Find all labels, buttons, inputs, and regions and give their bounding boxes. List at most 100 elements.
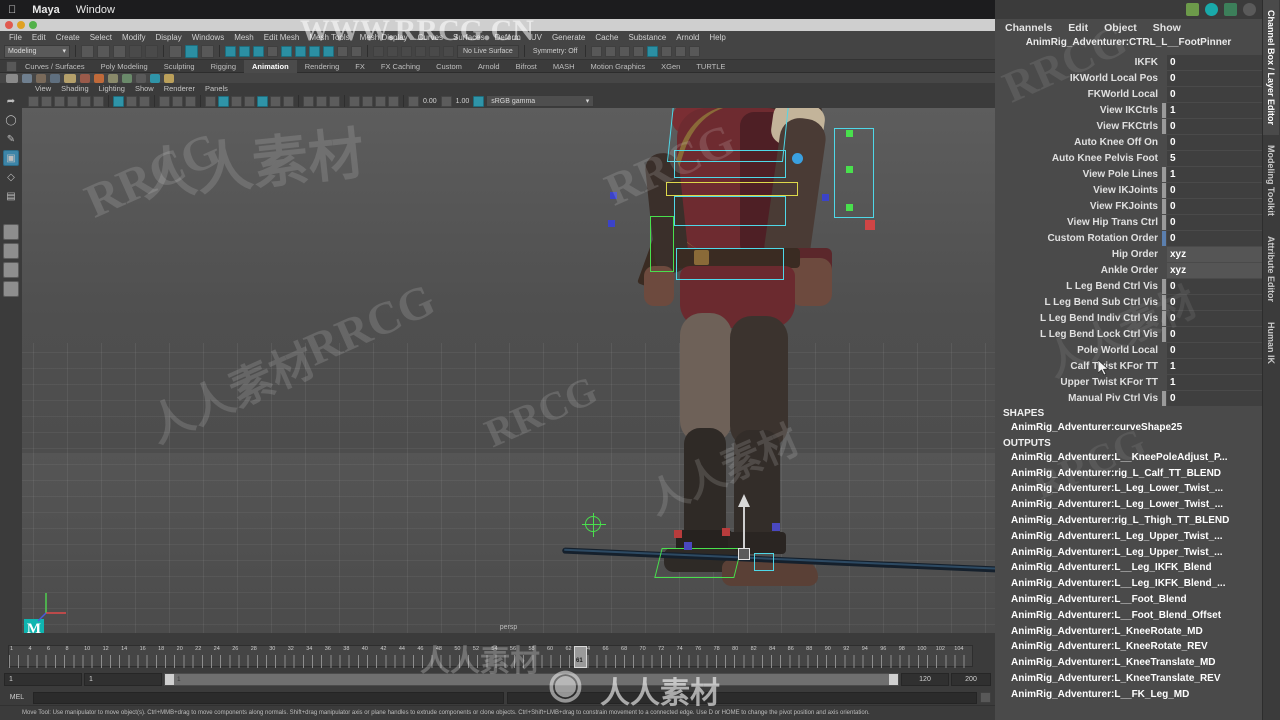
menu-item-surfaces[interactable]: Surfaces <box>448 33 490 42</box>
channel-attribute-name[interactable]: L Leg Bend Sub Ctrl Vis <box>995 297 1162 308</box>
rig-locator-red-center[interactable] <box>722 528 730 536</box>
channel-attribute-row[interactable]: View FKJoints 0 <box>995 198 1262 214</box>
select-object-icon[interactable] <box>185 44 198 58</box>
channel-attribute-value[interactable]: 0 <box>1167 294 1262 310</box>
channel-attribute-row[interactable]: FKWorld Local 0 <box>995 86 1262 102</box>
mask-deformers-icon[interactable] <box>281 45 292 57</box>
channel-attribute-lock-indicator[interactable] <box>1162 198 1166 214</box>
rig-locator-blue-left2[interactable] <box>608 220 615 227</box>
channel-attribute-value[interactable]: xyz <box>1167 246 1262 262</box>
film-gate-icon[interactable] <box>375 95 386 107</box>
render-current-frame-icon[interactable] <box>647 45 659 57</box>
channel-attribute-lock-indicator[interactable] <box>1162 310 1166 326</box>
channel-attribute-lock-indicator[interactable] <box>1162 343 1166 358</box>
move-tool-icon[interactable]: ▣ <box>3 150 19 166</box>
channel-attribute-value[interactable]: 0 <box>1167 182 1262 198</box>
channel-attribute-value[interactable]: 0 <box>1167 278 1262 294</box>
viewport-menu-panels[interactable]: Panels <box>200 84 233 93</box>
vtab-modeling-toolkit[interactable]: Modeling Toolkit <box>1263 135 1279 226</box>
range-grip-left[interactable] <box>165 673 174 685</box>
channel-attribute-name[interactable]: L Leg Bend Ctrl Vis <box>995 281 1162 292</box>
rig-ctrl-hand-right-ik[interactable] <box>792 153 803 164</box>
channel-box-menu-object[interactable]: Object <box>1104 22 1137 34</box>
substance-icon[interactable] <box>1224 3 1237 16</box>
show-hypershade-icon[interactable] <box>619 45 631 57</box>
channel-attribute-name[interactable]: Hip Order <box>995 249 1162 260</box>
xray-joints-icon[interactable] <box>303 95 314 107</box>
channel-attribute-value[interactable]: 0 <box>1167 118 1262 134</box>
shelf-tab-bifrost[interactable]: Bifrost <box>508 62 545 71</box>
xray-active-components-icon[interactable] <box>316 95 327 107</box>
help-icon[interactable] <box>1243 3 1256 16</box>
shelf-icon-set-key[interactable] <box>22 73 32 83</box>
current-frame-indicator[interactable]: 61 <box>574 646 587 668</box>
channel-attribute-row[interactable]: View Pole Lines 1 <box>995 166 1262 182</box>
menu-item-generate[interactable]: Generate <box>547 33 590 42</box>
channel-attribute-value[interactable]: 1 <box>1167 358 1262 374</box>
output-node-item[interactable]: AnimRig_Adventurer:L__KneePoleAdjust_P..… <box>995 450 1262 466</box>
channel-attribute-name[interactable]: View FKJoints <box>995 201 1162 212</box>
apple-icon[interactable]:  <box>8 4 16 16</box>
output-node-item[interactable]: AnimRig_Adventurer:L_Leg_Lower_Twist_... <box>995 497 1262 513</box>
output-node-item[interactable]: AnimRig_Adventurer:L__Foot_Blend <box>995 592 1262 608</box>
mel-input[interactable] <box>33 691 504 704</box>
shelf-tab-rigging[interactable]: Rigging <box>203 62 244 71</box>
output-node-item[interactable]: AnimRig_Adventurer:L__FK_Leg_MD <box>995 687 1262 703</box>
select-component-icon[interactable] <box>201 44 214 58</box>
channel-attribute-row[interactable]: Auto Knee Pelvis Foot 5 <box>995 150 1262 166</box>
viewport-menu-lighting[interactable]: Lighting <box>94 84 130 93</box>
rig-locator-blue-foot[interactable] <box>772 523 780 531</box>
rig-locator-green-top[interactable] <box>846 130 853 137</box>
highlight-icon[interactable] <box>351 45 362 57</box>
channel-attribute-lock-indicator[interactable] <box>1162 166 1166 182</box>
playback-end-field[interactable]: 120 <box>901 672 949 686</box>
shelf-icon-hik[interactable] <box>164 73 174 83</box>
channel-attribute-lock-indicator[interactable] <box>1162 294 1166 310</box>
shelf-icon-deform[interactable] <box>122 73 132 83</box>
vtab-channel-box-layer-editor[interactable]: Channel Box / Layer Editor <box>1263 0 1279 136</box>
rig-ctrl-spine-lower[interactable] <box>674 196 786 226</box>
camera-attributes-icon[interactable] <box>41 95 52 107</box>
snap-point-icon[interactable] <box>401 45 412 57</box>
channel-attribute-name[interactable]: IKFK <box>995 57 1162 68</box>
isolate-select-icon[interactable] <box>349 95 360 107</box>
select-hierarchy-icon[interactable] <box>169 44 182 58</box>
channel-attribute-lock-indicator[interactable] <box>1162 247 1166 262</box>
open-scene-icon[interactable] <box>97 44 110 58</box>
channel-attribute-row[interactable]: Calf Twist KFor TT 1 <box>995 358 1262 374</box>
channel-attribute-name[interactable]: Pole World Local <box>995 345 1162 356</box>
mask-rendering-icon[interactable] <box>309 45 320 57</box>
viewport-menu-view[interactable]: View <box>30 84 56 93</box>
select-tool-icon[interactable]: ➦ <box>3 93 19 109</box>
channel-attribute-name[interactable]: View IKJoints <box>995 185 1162 196</box>
channel-attribute-row[interactable]: IKFK 0 <box>995 54 1262 70</box>
two-d-pan-zoom-icon[interactable] <box>80 95 91 107</box>
shelf-icon-motion-trail[interactable] <box>80 73 90 83</box>
shelf-tab-turtle[interactable]: TURTLE <box>688 62 733 71</box>
shelf-tab-custom[interactable]: Custom <box>428 62 470 71</box>
move-manip-arrow-y[interactable] <box>738 494 750 507</box>
single-pane-icon[interactable] <box>113 95 124 107</box>
playback-range-track[interactable]: 1 <box>164 672 899 686</box>
range-grip-right[interactable] <box>889 673 898 685</box>
rig-ctrl-cog[interactable] <box>666 182 798 196</box>
maximize-icon[interactable] <box>29 21 37 29</box>
range-start-field[interactable]: 1 <box>4 672 82 686</box>
channel-attribute-value[interactable]: 0 <box>1167 230 1262 246</box>
four-view-layout-icon[interactable] <box>3 243 19 259</box>
anti-alias-icon[interactable] <box>257 95 268 107</box>
paint-select-tool-icon[interactable]: ✎ <box>3 131 19 147</box>
channel-attribute-value[interactable]: 1 <box>1167 166 1262 182</box>
menu-item-display[interactable]: Display <box>151 33 187 42</box>
channel-attribute-lock-indicator[interactable] <box>1162 87 1166 102</box>
channel-attribute-name[interactable]: Auto Knee Off On <box>995 137 1162 148</box>
rig-ctrl-hips[interactable] <box>676 248 784 280</box>
image-plane-icon[interactable] <box>67 95 78 107</box>
hik-character-icon[interactable] <box>1186 3 1199 16</box>
rig-ctrl-foot-pinner[interactable] <box>754 553 774 571</box>
mask-misc-icon[interactable] <box>323 45 334 57</box>
channel-attribute-value[interactable]: 0 <box>1167 342 1262 358</box>
two-pane-side-icon[interactable] <box>126 95 137 107</box>
channel-attribute-row[interactable]: Ankle Order xyz <box>995 262 1262 278</box>
viewport-menu-renderer[interactable]: Renderer <box>159 84 200 93</box>
